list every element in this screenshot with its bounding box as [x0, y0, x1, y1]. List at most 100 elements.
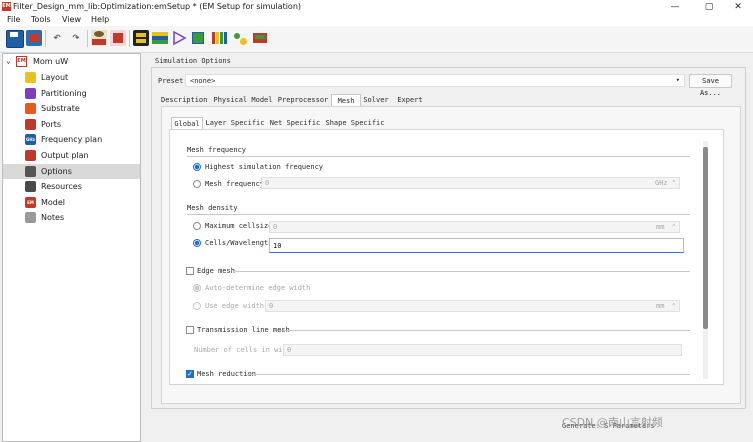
window-title: Filter_Design_mm_lib:Optimization:emSetu…: [13, 2, 302, 11]
tree-item-label: Frequency plan: [41, 135, 103, 145]
tree-item-label: Options: [41, 166, 72, 176]
tree-item-notes[interactable]: Notes: [3, 210, 140, 225]
notes-icon: [25, 212, 36, 224]
subtab-layer-specific[interactable]: Layer Specific: [205, 117, 265, 129]
tree-item-label: Substrate: [41, 104, 80, 114]
dropdown-arrow-icon: ▾: [675, 76, 680, 84]
toolbar: ↶ ↷: [0, 26, 753, 53]
maximum-cellsize-label: Maximum cellsize: [205, 222, 273, 230]
substrate-3d-icon[interactable]: [252, 30, 268, 46]
tree-item-substrate[interactable]: Substrate: [3, 101, 140, 116]
expand-chevron-icon[interactable]: ⌄: [6, 56, 11, 65]
partitioning-icon: [25, 87, 36, 99]
preset-label: Preset:: [158, 77, 188, 85]
substrate-icon[interactable]: [152, 30, 168, 46]
title-bar: EM Filter_Design_mm_lib:Optimization:emS…: [0, 0, 753, 14]
tree-root-label[interactable]: Mom uW: [33, 56, 68, 67]
transmission-line-mesh-label: Transmission line mesh: [197, 326, 290, 334]
em-root-icon: EM: [16, 56, 27, 67]
edge-mesh-label: Edge mesh: [197, 267, 235, 275]
layout-icon[interactable]: [133, 30, 149, 46]
tree-item-frequency-plan[interactable]: GHz Frequency plan: [3, 132, 140, 147]
save-as-button[interactable]: Save As...: [689, 74, 732, 97]
tree-item-label: Resources: [41, 182, 82, 192]
use-edge-width-input[interactable]: 0 mm ⌃: [265, 300, 680, 312]
em-save-icon[interactable]: [26, 30, 42, 46]
em-settings-icon[interactable]: [91, 30, 107, 46]
auto-edge-width-radio[interactable]: [193, 284, 201, 292]
components-icon[interactable]: [232, 30, 248, 46]
tree-item-resources[interactable]: Resources: [3, 179, 140, 194]
output-plan-icon: [25, 150, 36, 161]
mesh-frequency-label: Mesh frequency: [205, 180, 265, 188]
tree-item-label: Layout: [41, 73, 69, 82]
tree-item-ports[interactable]: Ports: [3, 117, 140, 132]
menu-help[interactable]: Help: [91, 14, 109, 26]
tree-item-options[interactable]: Options: [3, 163, 140, 179]
maximum-cellsize-radio[interactable]: [193, 222, 201, 230]
simulation-options-panel: Simulation Options Preset: <none> ▾ Save…: [147, 53, 750, 442]
maximum-cellsize-input[interactable]: 0 mm ⌃: [269, 221, 680, 233]
tab-physical-model[interactable]: Physical Model: [213, 94, 273, 106]
tab-expert[interactable]: Expert: [395, 94, 425, 106]
substrate-icon: [25, 103, 36, 115]
simulation-options-title: Simulation Options: [155, 57, 231, 65]
menu-bar: File Tools View Help: [0, 14, 753, 26]
tab-description[interactable]: Description: [161, 94, 207, 106]
scrollbar-thumb[interactable]: [703, 147, 708, 329]
palette-icon[interactable]: [211, 30, 227, 46]
transmission-line-mesh-checkbox[interactable]: [186, 326, 194, 334]
highest-frequency-radio[interactable]: [193, 163, 201, 171]
redo-icon[interactable]: ↷: [68, 30, 84, 46]
tree-item-partitioning[interactable]: Partitioning: [3, 86, 140, 101]
resources-icon: [25, 181, 36, 193]
ports-icon: [25, 118, 36, 130]
watermark: CSDN @南山言射频: [562, 416, 663, 429]
undo-icon[interactable]: ↶: [49, 30, 65, 46]
setup-tree: ⌄ EM Mom uW Layout Partitioning Substrate P…: [2, 53, 141, 442]
em-delete-icon[interactable]: [110, 30, 126, 46]
tree-item-label: Ports: [41, 119, 62, 129]
tree-item-label: Notes: [41, 213, 65, 223]
mesh-frequency-section: Mesh frequency: [187, 146, 247, 154]
maximize-button[interactable]: ▢: [694, 0, 724, 14]
model-icon: EM: [25, 196, 36, 208]
mesh-density-section: Mesh density: [187, 204, 238, 212]
tab-preprocessor[interactable]: Preprocessor: [277, 94, 329, 106]
subtab-net-specific[interactable]: Net Specific: [269, 117, 321, 129]
use-edge-width-radio[interactable]: [193, 302, 201, 310]
cells-wavelength-input[interactable]: 10: [269, 238, 684, 253]
save-icon[interactable]: [6, 30, 24, 48]
preset-select[interactable]: <none> ▾: [185, 74, 685, 87]
mesh-reduction-checkbox[interactable]: ✓: [186, 370, 194, 378]
cells-wavelength-label: Cells/Wavelength: [205, 239, 273, 247]
tab-solver[interactable]: Solver: [361, 94, 391, 106]
cells-wavelength-radio[interactable]: [193, 239, 201, 247]
tree-item-label: Output plan: [41, 151, 89, 160]
options-icon: [25, 165, 36, 177]
tree-item-layout[interactable]: Layout: [3, 70, 140, 85]
view-3d-icon[interactable]: [190, 30, 206, 46]
layout-icon: [25, 72, 36, 83]
cells-in-width-label: Number of cells in width: [194, 346, 296, 354]
tree-item-output-plan[interactable]: Output plan: [3, 148, 140, 163]
cells-in-width-input[interactable]: 0: [283, 344, 682, 356]
use-edge-width-label: Use edge width: [205, 302, 265, 310]
edge-mesh-checkbox[interactable]: [186, 267, 194, 275]
tree-item-label: Partitioning: [41, 88, 87, 98]
menu-file[interactable]: File: [7, 14, 20, 26]
subtab-shape-specific[interactable]: Shape Specific: [325, 117, 385, 129]
menu-view[interactable]: View: [62, 14, 81, 26]
close-button[interactable]: ✕: [723, 0, 753, 14]
app-icon: EM: [2, 2, 11, 11]
mesh-frequency-input[interactable]: 0 GHz ⌃: [261, 177, 680, 189]
tree-item-label: Model: [41, 197, 66, 207]
highest-frequency-label: Highest simulation frequency: [205, 163, 324, 171]
tree-item-model[interactable]: EM Model: [3, 195, 140, 210]
auto-edge-width-label: Auto-determine edge width: [205, 284, 311, 292]
minimize-button[interactable]: —: [660, 0, 690, 14]
mesh-frequency-radio[interactable]: [193, 180, 201, 188]
simulate-icon[interactable]: [171, 30, 187, 46]
frequency-plan-icon: GHz: [25, 134, 36, 146]
menu-tools[interactable]: Tools: [31, 14, 51, 26]
